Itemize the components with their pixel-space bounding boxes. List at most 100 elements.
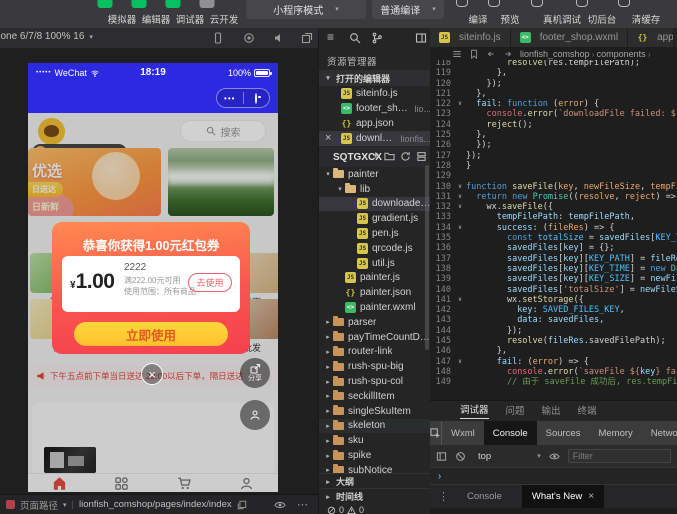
code-line-133[interactable]: 133 tempFilePath: tempFilePath,	[430, 212, 677, 222]
line-number[interactable]: 134	[430, 223, 454, 233]
line-number[interactable]: 146	[430, 346, 454, 356]
mode-dropdown[interactable]: 小程序模式 ▾	[246, 0, 366, 19]
code-line-124[interactable]: 124 reject();	[430, 120, 677, 130]
remote-debug-button[interactable]: 真机调试	[512, 0, 562, 28]
tree-item-rush-spu-col[interactable]: ▸rush-spu-col	[319, 374, 430, 389]
editor-tab-siteinfo.js[interactable]: JSsiteinfo.js	[430, 28, 511, 47]
line-number[interactable]: 144	[430, 326, 454, 336]
breadcrumb-item[interactable]: components	[597, 49, 646, 59]
code-line-149[interactable]: 149 // 由于 saveFile 成功后, res.tempFilePath…	[430, 377, 677, 387]
code-line-132[interactable]: 132∨ wx.saveFile({	[430, 202, 677, 212]
console-output[interactable]: ›	[430, 467, 677, 484]
code-line-126[interactable]: 126 });	[430, 140, 677, 150]
project-section[interactable]: SQTGXCX +	[319, 147, 430, 167]
line-number[interactable]: 124	[430, 120, 454, 130]
tree-item-qrcode.js[interactable]: JSqrcode.js	[319, 241, 430, 256]
copy-icon[interactable]	[237, 500, 247, 510]
collapse-all-icon[interactable]	[416, 151, 427, 162]
code-line-142[interactable]: 142 key: SAVED_FILES_KEY,	[430, 305, 677, 315]
tree-item-rush-spu-big[interactable]: ▸rush-spu-big	[319, 359, 430, 374]
code-line-145[interactable]: 145 resolve(fileRes.savedFilePath);	[430, 336, 677, 346]
devtools-tab-Wxml[interactable]: Wxml	[442, 421, 484, 445]
code-line-128[interactable]: 128}	[430, 161, 677, 171]
outline-section[interactable]: ▸ 大纲	[319, 473, 430, 489]
console-filter-input[interactable]	[568, 449, 671, 463]
code-line-123[interactable]: 123 console.error(`downloadFile failed: …	[430, 109, 677, 119]
code-line-141[interactable]: 141∨ wx.setStorage({	[430, 295, 677, 305]
sound-icon[interactable]	[273, 32, 285, 44]
code-line-143[interactable]: 143 data: savedFiles,	[430, 315, 677, 325]
exit-circle-icon[interactable]	[255, 93, 257, 104]
tree-item-painter[interactable]: ▾painter	[319, 167, 430, 182]
line-number[interactable]: 131	[430, 192, 454, 202]
fold-icon[interactable]: ∨	[454, 182, 466, 192]
simulator-button[interactable]: 模拟器	[88, 0, 122, 28]
code-line-136[interactable]: 136 savedFiles[key] = {};	[430, 243, 677, 253]
context-selector[interactable]: top	[478, 451, 491, 462]
problems-counter[interactable]: 0 0	[327, 505, 364, 514]
tree-item-spike[interactable]: ▸spike	[319, 448, 430, 463]
more-menu-icon[interactable]: •••	[217, 94, 243, 103]
debugger-button[interactable]: 调试器	[156, 0, 190, 28]
line-number[interactable]: 129	[430, 171, 454, 181]
line-number[interactable]: 145	[430, 336, 454, 346]
forward-icon[interactable]	[503, 49, 513, 59]
breadcrumb-item[interactable]: lionfish_comshop	[520, 49, 590, 59]
cloud-dev-button[interactable]: 云开发	[190, 0, 224, 28]
code-area[interactable]: 118 resolve(res.tempFilePath);119 },120 …	[430, 58, 677, 400]
fold-icon[interactable]: ∨	[454, 202, 466, 212]
tree-item-downloader.js[interactable]: JSdownloader.js	[319, 197, 430, 212]
debugger-tab-输出[interactable]: 输出	[542, 403, 561, 419]
code-line-131[interactable]: 131∨ return new Promise((resolve, reject…	[430, 192, 677, 202]
debugger-tab-终端[interactable]: 终端	[578, 403, 597, 419]
code-line-130[interactable]: 130∨function saveFile(key, newFileSize, …	[430, 182, 677, 192]
line-number[interactable]: 149	[430, 377, 454, 387]
preview-button[interactable]: 预览	[478, 0, 510, 28]
code-line-127[interactable]: 127});	[430, 151, 677, 161]
line-number[interactable]: 133	[430, 212, 454, 222]
tree-item-painter.json[interactable]: {}painter.json	[319, 285, 430, 300]
miniprogram-capsule[interactable]: •••	[216, 88, 270, 108]
tree-item-sku[interactable]: ▸sku	[319, 433, 430, 448]
scrollbar[interactable]	[425, 165, 429, 350]
line-number[interactable]: 127	[430, 151, 454, 161]
tree-item-payTimeCountDown[interactable]: ▸payTimeCountDown	[319, 330, 430, 345]
code-line-140[interactable]: 140 savedFiles['totalSize'] = newFileSiz…	[430, 285, 677, 295]
code-line-148[interactable]: 148 console.error(`saveFile ${key} faile…	[430, 367, 677, 377]
fold-icon[interactable]: ∨	[454, 192, 466, 202]
use-coupon-link[interactable]: 去使用	[188, 273, 232, 292]
bookmark-icon[interactable]	[469, 49, 479, 59]
code-line-121[interactable]: 121 },	[430, 89, 677, 99]
line-number[interactable]: 148	[430, 367, 454, 377]
fold-icon[interactable]: ∨	[454, 223, 466, 233]
source-control-icon[interactable]	[371, 32, 383, 44]
tree-item-parser[interactable]: ▸parser	[319, 315, 430, 330]
tree-item-gradient.js[interactable]: JSgradient.js	[319, 211, 430, 226]
line-number[interactable]: 141	[430, 295, 454, 305]
open-editor-item[interactable]: JSsiteinfo.js	[319, 86, 430, 101]
line-number[interactable]: 135	[430, 233, 454, 243]
editor-tab-footer_shop.wxml[interactable]: <>footer_shop.wxml	[511, 28, 628, 47]
open-editor-item[interactable]: ×JSdownloader.jslionfis...	[319, 131, 430, 146]
search-icon[interactable]	[349, 32, 361, 44]
tree-item-lib[interactable]: ▾lib	[319, 182, 430, 197]
back-icon[interactable]	[486, 49, 496, 59]
fold-icon[interactable]: ∨	[454, 295, 466, 305]
line-number[interactable]: 142	[430, 305, 454, 315]
code-line-129[interactable]: 129	[430, 171, 677, 181]
tree-item-singleSkuItem[interactable]: ▸singleSkuItem	[319, 404, 430, 419]
line-number[interactable]: 138	[430, 264, 454, 274]
code-line-134[interactable]: 134∨ success: (fileRes) => {	[430, 223, 677, 233]
debugger-tab-调试器[interactable]: 调试器	[460, 402, 489, 419]
drawer-tab[interactable]: Console	[457, 485, 512, 508]
line-number[interactable]: 123	[430, 109, 454, 119]
tree-item-painter.js[interactable]: JSpainter.js	[319, 271, 430, 286]
more-icon[interactable]: ⋯	[297, 498, 308, 511]
list-icon[interactable]	[452, 49, 462, 59]
code-line-135[interactable]: 135 const totalSize = savedFiles[KEY_TOT…	[430, 233, 677, 243]
tree-item-seckillItem[interactable]: ▸seckillItem	[319, 389, 430, 404]
fold-icon[interactable]: ∨	[454, 357, 466, 367]
code-line-138[interactable]: 138 savedFiles[key][KEY_TIME] = new Date…	[430, 264, 677, 274]
debugger-tab-问题[interactable]: 问题	[506, 403, 525, 419]
open-editor-item[interactable]: <>footer_shop.wxmllio...	[319, 101, 430, 116]
